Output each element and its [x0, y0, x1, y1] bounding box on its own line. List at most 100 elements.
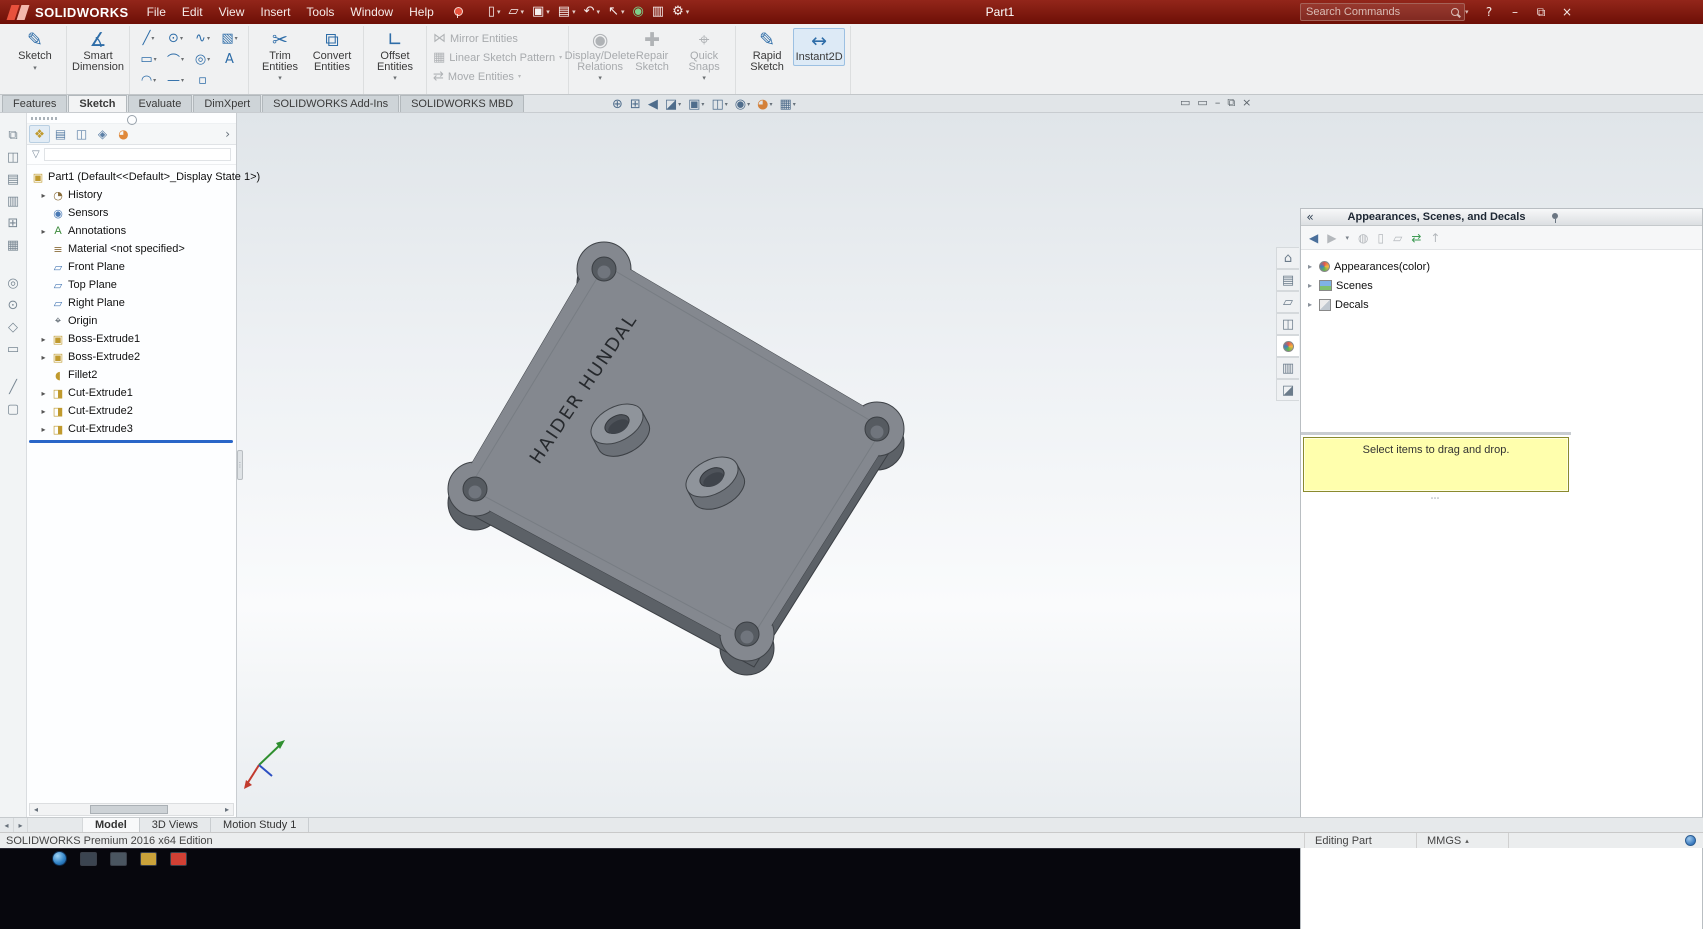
doc-minimize-button[interactable]: – [1215, 97, 1221, 109]
expand-arrow-icon[interactable]: ▸ [39, 425, 48, 434]
tree-horizontal-scrollbar[interactable]: ◂ ▸ [29, 803, 234, 816]
move-up-icon[interactable]: ↑ [1430, 231, 1440, 245]
tree-item-boss-extrude2[interactable]: ▸ ▣ Boss-Extrude2 [27, 348, 236, 366]
view-palette-tab[interactable]: ◫ [1276, 313, 1299, 335]
taskbar-app-icon[interactable] [170, 851, 187, 866]
expand-arrow-icon[interactable]: ▸ [39, 389, 48, 398]
minimize-button[interactable]: – [1502, 2, 1528, 22]
tree-item-scenes[interactable]: ▸ Scenes [1305, 276, 1698, 295]
filter-input[interactable] [43, 148, 231, 161]
design-library-tab[interactable]: ▤ [1276, 269, 1299, 291]
chevron-down-icon[interactable]: ▾ [393, 74, 397, 82]
print-button[interactable]: ▤ ▾ [554, 3, 580, 21]
polygon-tool-button[interactable]: ▧ ▾ [216, 28, 243, 49]
search-icon[interactable] [1451, 8, 1459, 16]
panel-drag-handle[interactable] [27, 113, 236, 125]
spline-tool-button[interactable]: ∿ ▾ [189, 28, 216, 49]
configuration-manager-tab[interactable]: ◫ [71, 125, 92, 143]
chevron-down-icon[interactable]: ▾ [518, 73, 521, 80]
solidworks-resources-tab[interactable]: ⌂ [1276, 247, 1299, 269]
menu-tools[interactable]: Tools [298, 1, 342, 23]
scrollbar-thumb[interactable] [90, 805, 168, 814]
convert-entities-button[interactable]: ⧉ Convert Entities [306, 28, 358, 74]
restore-button[interactable]: ⧉ [1528, 2, 1554, 23]
offset-entities-button[interactable]: ∟ Offset Entities ▾ [369, 28, 421, 83]
forum-tab[interactable]: ◪ [1276, 379, 1299, 401]
scroll-left-icon[interactable]: ◂ [30, 805, 42, 814]
expand-arrow-icon[interactable]: ▸ [1305, 300, 1315, 309]
view-settings-button[interactable]: ▦ ▾ [779, 97, 795, 112]
tree-item-origin[interactable]: ⌖ Origin [27, 312, 236, 330]
panel-expand-chevron-icon[interactable]: › [221, 127, 234, 141]
instant2d-button[interactable]: ↔ Instant2D [793, 28, 846, 66]
expand-arrow-icon[interactable]: ▸ [39, 407, 48, 416]
start-button[interactable] [52, 851, 67, 866]
doc-restore-button[interactable]: ⧉ [1227, 97, 1235, 109]
chevron-down-icon[interactable]: ▾ [520, 8, 524, 16]
tab-scroll-right-button[interactable]: ▸ [14, 818, 28, 832]
property-manager-tab[interactable]: ▤ [50, 125, 71, 143]
left-toolbar-icon[interactable]: ⧉ [8, 129, 17, 142]
left-toolbar-icon[interactable]: ▢ [7, 403, 19, 416]
menu-view[interactable]: View [211, 1, 253, 23]
left-toolbar-icon[interactable]: ⊞ [8, 217, 19, 230]
repair-sketch-button[interactable]: ✚ Repair Sketch [626, 28, 678, 74]
move-entities-button[interactable]: ⇄ Move Entities ▾ [433, 69, 521, 84]
circle-tool-button[interactable]: ⊙ ▾ [162, 28, 189, 49]
menu-window[interactable]: Window [342, 1, 401, 23]
chevron-down-icon[interactable]: ▾ [278, 74, 282, 82]
open-folder-icon[interactable]: ▱ [1393, 231, 1402, 245]
chevron-down-icon[interactable]: ▾ [597, 8, 601, 16]
new-document-button[interactable]: ▯ ▾ [484, 3, 505, 21]
left-toolbar-icon[interactable]: ⊙ [8, 299, 19, 312]
menu-file[interactable]: File [139, 1, 174, 23]
edit-appearance-button[interactable]: ◕ ▾ [757, 97, 772, 112]
tab-dimxpert[interactable]: DimXpert [193, 95, 262, 112]
tree-item-material[interactable]: ≡ Material <not specified> [27, 240, 236, 258]
doc-close-button[interactable]: × [1242, 97, 1251, 109]
tree-item-cut-extrude2[interactable]: ▸ ◨ Cut-Extrude2 [27, 402, 236, 420]
tab-features[interactable]: Features [2, 95, 68, 112]
collapse-pane-button[interactable]: « [1301, 210, 1319, 224]
menu-help[interactable]: Help [401, 1, 442, 23]
window-icon[interactable]: ▭ [1180, 97, 1190, 109]
arc-tool-button[interactable]: ⌒ ▾ [162, 49, 189, 70]
graphics-area[interactable]: HAIDER HUNDAL [243, 113, 1276, 817]
custom-properties-tab[interactable]: ▥ [1276, 357, 1299, 379]
command-search[interactable]: ▾ [1300, 3, 1469, 21]
window-icon[interactable]: ▭ [1197, 97, 1207, 109]
filter-funnel-icon[interactable]: ▽ [32, 149, 40, 160]
connection-globe-icon[interactable] [1685, 835, 1696, 846]
point-tool-button[interactable]: ▫ [189, 70, 216, 91]
pane-splitter[interactable] [1301, 432, 1571, 435]
tab-evaluate[interactable]: Evaluate [127, 95, 193, 112]
tree-item-decals[interactable]: ▸ Decals [1305, 295, 1698, 314]
chevron-down-icon[interactable]: ▾ [702, 74, 706, 82]
search-input[interactable] [1306, 6, 1448, 18]
trim-entities-button[interactable]: ✂ Trim Entities ▾ [254, 28, 306, 83]
help-button[interactable]: ? [1476, 2, 1502, 22]
file-explorer-tab[interactable]: ▱ [1276, 291, 1299, 313]
tab-solidworks-add-ins[interactable]: SOLIDWORKS Add-Ins [262, 95, 400, 112]
chevron-down-icon[interactable]: ▾ [598, 74, 602, 82]
units-selector[interactable]: MMGS ▴ [1416, 833, 1508, 848]
tab-3d-views[interactable]: 3D Views [140, 818, 212, 832]
appearance-icon[interactable]: ◍ [1358, 231, 1368, 245]
left-toolbar-icon[interactable]: ◫ [7, 151, 19, 164]
resize-dots[interactable]: ⋯ [1303, 494, 1569, 504]
smart-dimension-button[interactable]: ∡ Smart Dimension [72, 28, 124, 74]
drag-drop-target[interactable]: Select items to drag and drop. [1303, 437, 1569, 492]
previous-view-button[interactable]: ◀ [648, 97, 658, 112]
tree-item-top-plane[interactable]: ▱ Top Plane [27, 276, 236, 294]
menu-insert[interactable]: Insert [252, 1, 298, 23]
graphics-viewport[interactable]: HAIDER HUNDAL [243, 113, 1276, 817]
feature-manager-tab[interactable]: ❖ [29, 125, 50, 143]
centerline-tool-button[interactable]: — ▾ [162, 70, 189, 91]
taskbar-app-icon[interactable] [110, 851, 127, 866]
back-button[interactable]: ◀ [1309, 231, 1318, 245]
left-toolbar-icon[interactable]: ▭ [7, 343, 19, 356]
left-toolbar-icon[interactable]: ◇ [8, 321, 18, 334]
quick-snaps-button[interactable]: ⌖ Quick Snaps ▾ [678, 28, 730, 83]
chevron-down-icon[interactable]: ▾ [33, 64, 37, 72]
close-button[interactable]: × [1554, 2, 1580, 22]
